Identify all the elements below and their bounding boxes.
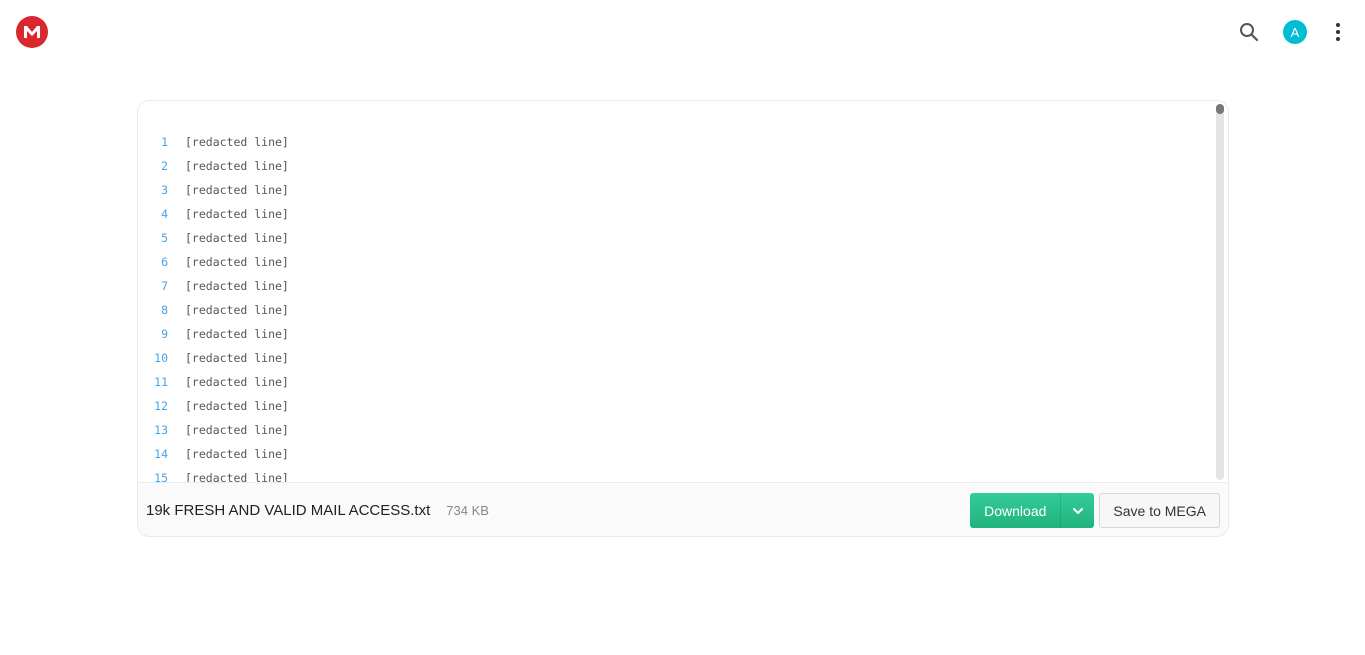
code-line: 10 [redacted line] — [138, 346, 1214, 370]
mega-logo-icon[interactable] — [16, 16, 48, 48]
line-number: 9 — [161, 327, 168, 341]
line-text: [redacted line] — [185, 231, 289, 245]
line-text: [redacted line] — [185, 447, 289, 461]
file-footer: 19k FRESH AND VALID MAIL ACCESS.txt 734 … — [138, 483, 1228, 536]
line-text: [redacted line] — [185, 207, 289, 221]
code-line: 2 [redacted line] — [138, 154, 1214, 178]
line-text: [redacted line] — [185, 399, 289, 413]
download-options-button[interactable] — [1060, 493, 1094, 528]
line-text: [redacted line] — [185, 351, 289, 365]
code-line: 4 [redacted line] — [138, 202, 1214, 226]
line-text: [redacted line] — [185, 135, 289, 149]
search-button[interactable] — [1235, 18, 1263, 46]
line-text: [redacted line] — [185, 303, 289, 317]
line-text: [redacted line] — [185, 159, 289, 173]
line-text: [redacted line] — [185, 255, 289, 269]
line-number: 15 — [154, 471, 168, 483]
line-text: [redacted line] — [185, 279, 289, 293]
scrollbar-thumb[interactable] — [1216, 104, 1224, 114]
line-number: 10 — [154, 351, 168, 365]
line-number: 6 — [161, 255, 168, 269]
code-line: 12 [redacted line] — [138, 394, 1214, 418]
m-glyph — [24, 26, 40, 38]
file-preview-panel: 1 [redacted line] 2 [redacted line] 3 [redact… — [137, 100, 1229, 537]
line-number: 14 — [154, 447, 168, 461]
code-lines: 1 [redacted line] 2 [redacted line] 3 [redact… — [138, 130, 1214, 483]
code-line: 7 [redacted line] — [138, 274, 1214, 298]
save-to-mega-button[interactable]: Save to MEGA — [1099, 493, 1220, 528]
code-line: 6 [redacted line] — [138, 250, 1214, 274]
code-line: 15 [redacted line] — [138, 466, 1214, 483]
line-number: 5 — [161, 231, 168, 245]
file-name: 19k FRESH AND VALID MAIL ACCESS.txt — [146, 502, 431, 519]
line-number: 13 — [154, 423, 168, 437]
line-number: 11 — [154, 375, 168, 389]
code-line: 9 [redacted line] — [138, 322, 1214, 346]
download-button[interactable]: Download — [970, 493, 1060, 528]
header-actions: A — [1235, 18, 1343, 46]
search-icon — [1240, 23, 1259, 42]
code-line: 14 [redacted line] — [138, 442, 1214, 466]
code-line: 8 [redacted line] — [138, 298, 1214, 322]
chevron-down-icon — [1072, 507, 1083, 514]
download-button-group: Download — [970, 493, 1095, 528]
file-size: 734 KB — [446, 503, 489, 518]
more-vertical-icon[interactable] — [1333, 23, 1343, 41]
line-text: [redacted line] — [185, 471, 289, 483]
line-text: [redacted line] — [185, 375, 289, 389]
code-line: 5 [redacted line] — [138, 226, 1214, 250]
avatar[interactable]: A — [1283, 20, 1307, 44]
line-number: 2 — [161, 159, 168, 173]
line-number: 8 — [161, 303, 168, 317]
code-line: 13 [redacted line] — [138, 418, 1214, 442]
code-line: 11 [redacted line] — [138, 370, 1214, 394]
line-text: [redacted line] — [185, 423, 289, 437]
line-text: [redacted line] — [185, 183, 289, 197]
scrollbar[interactable] — [1216, 104, 1224, 480]
line-number: 4 — [161, 207, 168, 221]
text-preview[interactable]: 1 [redacted line] 2 [redacted line] 3 [redact… — [138, 101, 1228, 483]
line-number: 1 — [161, 135, 168, 149]
code-line: 3 [redacted line] — [138, 178, 1214, 202]
code-line: 1 [redacted line] — [138, 130, 1214, 154]
line-number: 12 — [154, 399, 168, 413]
line-number: 3 — [161, 183, 168, 197]
line-text: [redacted line] — [185, 327, 289, 341]
file-actions: Download Save to MEGA — [970, 493, 1220, 528]
line-number: 7 — [161, 279, 168, 293]
